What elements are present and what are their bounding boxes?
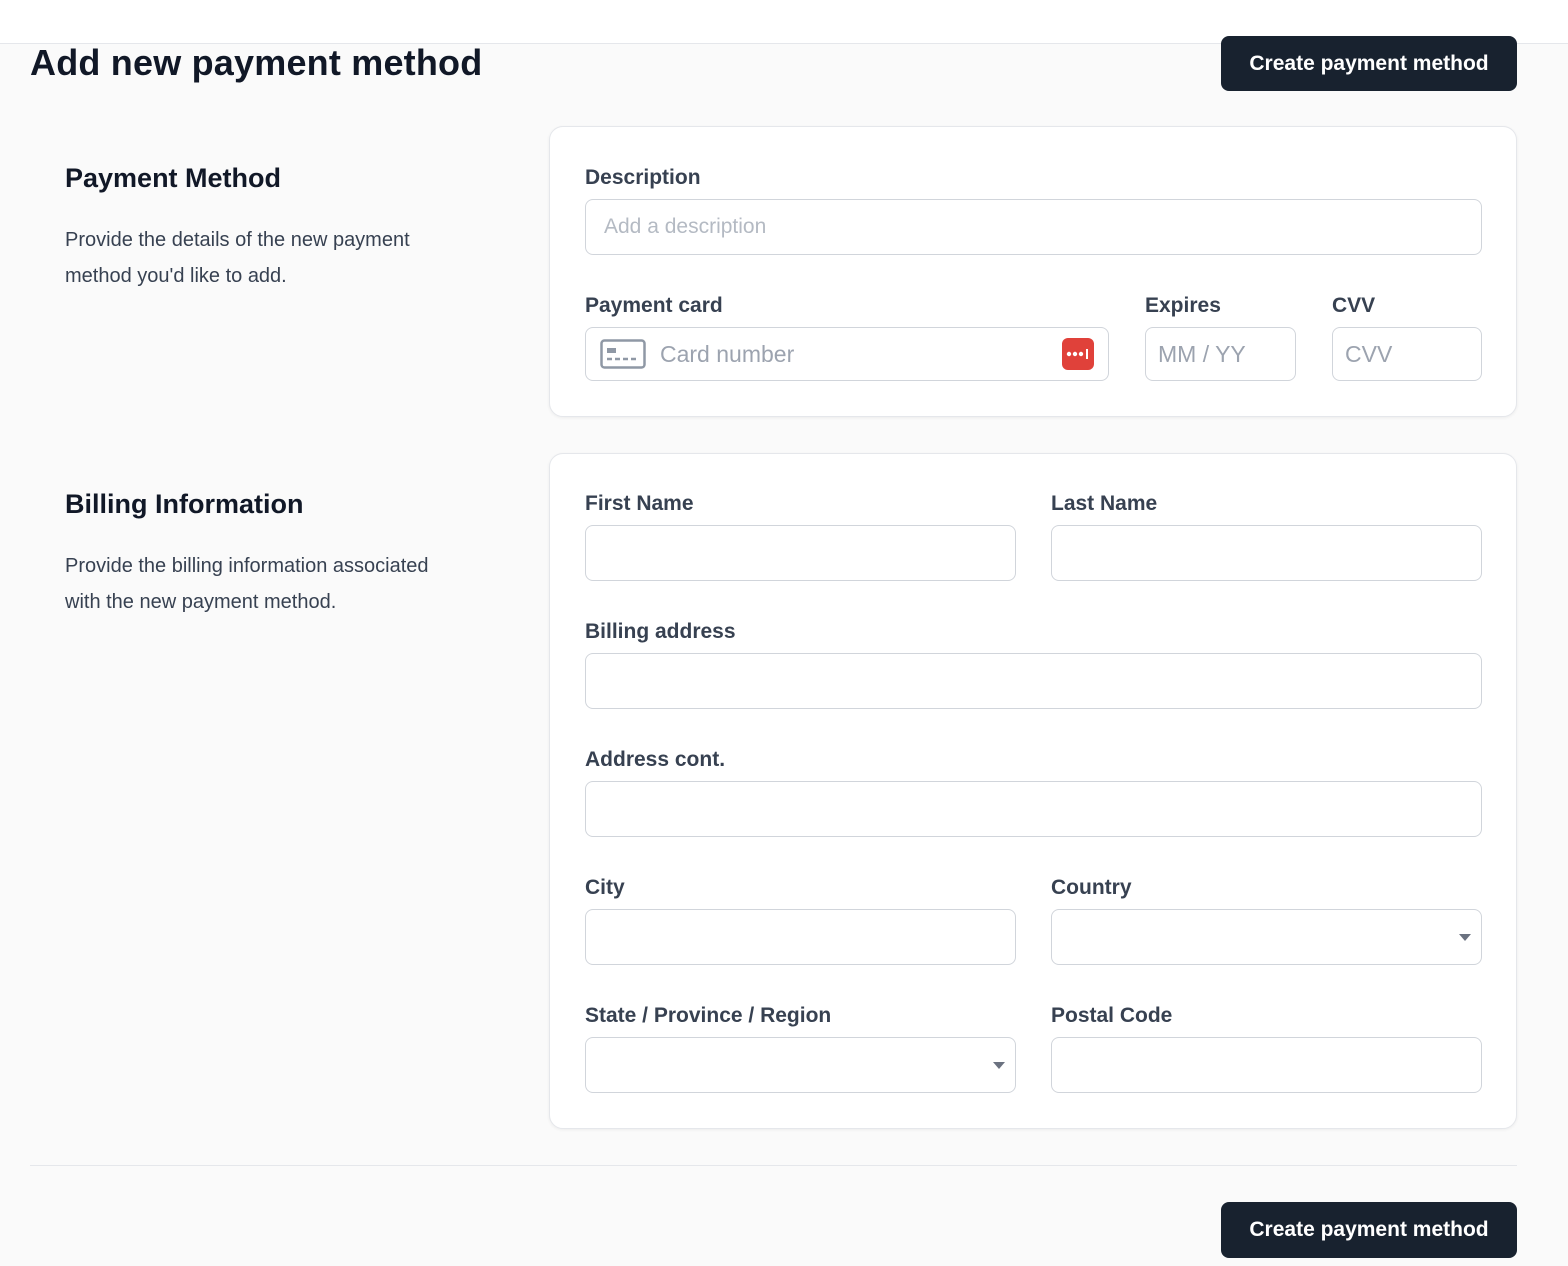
address-cont-label: Address cont.: [585, 748, 726, 771]
expires-field: [1145, 327, 1296, 381]
cvv-field: [1332, 327, 1482, 381]
chevron-down-icon: [1459, 934, 1471, 941]
first-name-label: First Name: [585, 492, 694, 515]
payment-card-label: Payment card: [585, 294, 723, 317]
first-name-field: [585, 525, 1016, 581]
postal-code-label: Postal Code: [1051, 1004, 1173, 1027]
last-name-label: Last Name: [1051, 492, 1158, 515]
billing-section-description: Provide the billing information associat…: [65, 555, 429, 613]
card-number-input[interactable]: [646, 328, 1062, 380]
footer-divider: [30, 1165, 1517, 1166]
country-select[interactable]: [1051, 909, 1482, 965]
last-name-input[interactable]: [1052, 526, 1481, 580]
city-label: City: [585, 876, 625, 899]
create-payment-method-button-top[interactable]: Create payment method: [1221, 36, 1517, 91]
last-name-field: [1051, 525, 1482, 581]
description-field: [585, 199, 1482, 255]
description-input[interactable]: [586, 200, 1481, 254]
description-label: Description: [585, 166, 701, 189]
billing-information-card: First Name Last Name Billing address Add…: [549, 453, 1517, 1129]
payment-method-card: Description Payment card Expires CVV: [549, 126, 1517, 417]
state-select[interactable]: [585, 1037, 1016, 1093]
payment-method-section-description: Provide the details of the new payment m…: [65, 229, 410, 287]
postal-code-field: [1051, 1037, 1482, 1093]
first-name-input[interactable]: [586, 526, 1015, 580]
billing-section-title: Billing Information: [65, 489, 304, 519]
billing-address-input[interactable]: [586, 654, 1481, 708]
cvv-label: CVV: [1332, 294, 1376, 317]
address-cont-input[interactable]: [586, 782, 1481, 836]
credit-card-icon: [600, 339, 646, 369]
payment-card-field: [585, 327, 1109, 381]
country-label: Country: [1051, 876, 1132, 899]
create-payment-method-button-bottom[interactable]: Create payment method: [1221, 1202, 1517, 1258]
page-title: Add new payment method: [30, 42, 483, 83]
expires-input[interactable]: [1146, 328, 1295, 380]
billing-address-label: Billing address: [585, 620, 736, 643]
expires-label: Expires: [1145, 294, 1221, 317]
chevron-down-icon: [993, 1062, 1005, 1069]
cvv-input[interactable]: [1333, 328, 1481, 380]
address-cont-field: [585, 781, 1482, 837]
state-label: State / Province / Region: [585, 1004, 832, 1027]
billing-address-field: [585, 653, 1482, 709]
password-manager-icon[interactable]: [1062, 338, 1094, 370]
payment-method-section-title: Payment Method: [65, 163, 282, 193]
postal-code-input[interactable]: [1052, 1038, 1481, 1092]
city-field: [585, 909, 1016, 965]
city-input[interactable]: [586, 910, 1015, 964]
